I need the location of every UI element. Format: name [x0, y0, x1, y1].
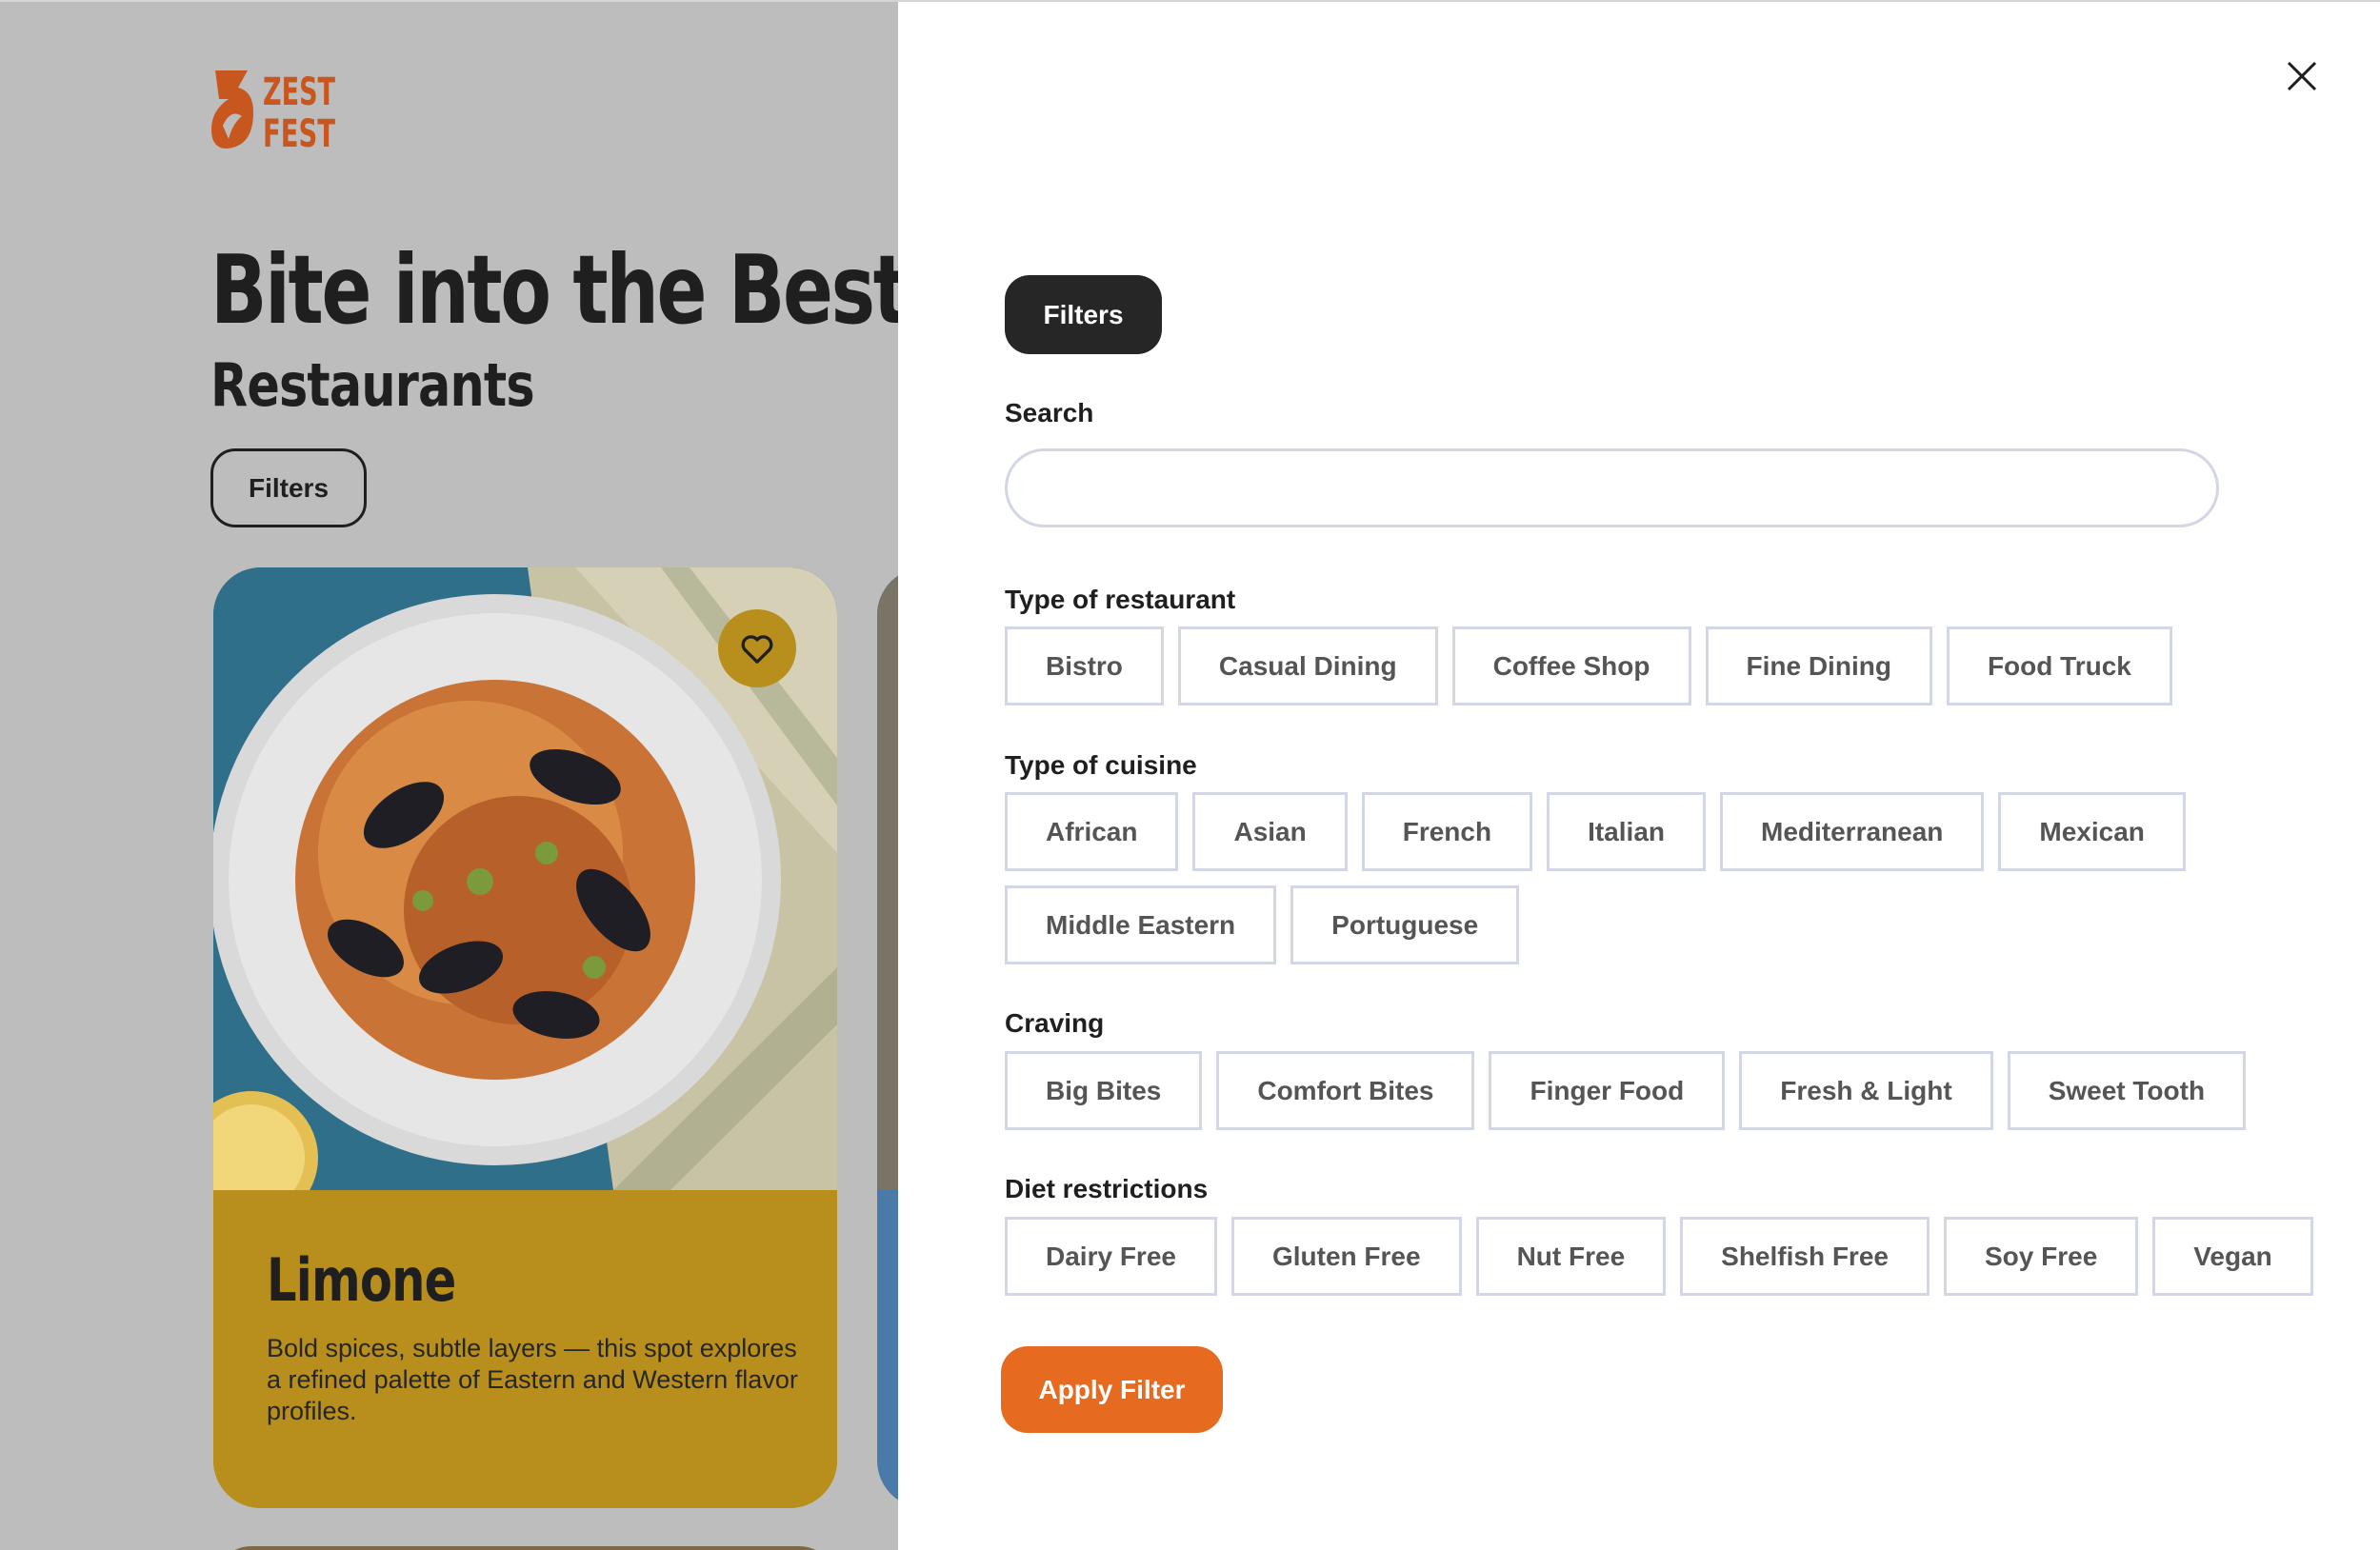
- chip-middle-eastern[interactable]: Middle Eastern: [1005, 885, 1277, 964]
- chip-mediterranean[interactable]: Mediterranean: [1720, 792, 1985, 871]
- chip-african[interactable]: African: [1005, 792, 1179, 871]
- page-subtitle: Restaurants: [210, 350, 535, 420]
- cuisine-label: Type of cuisine: [1005, 750, 1197, 780]
- restaurant-card-body: Limone Bold spices, subtle layers — this…: [213, 1190, 837, 1508]
- filters-button[interactable]: Filters: [210, 448, 367, 527]
- chip-food-truck[interactable]: Food Truck: [1946, 626, 2172, 705]
- chip-finger-food[interactable]: Finger Food: [1489, 1051, 1726, 1130]
- restaurant-photo: [213, 567, 837, 1190]
- page-title: Bite into the Best: [210, 234, 898, 346]
- chip-sweet-tooth[interactable]: Sweet Tooth: [2007, 1051, 2247, 1130]
- chip-portuguese[interactable]: Portuguese: [1290, 885, 1520, 964]
- cuisine-options-row1: African Asian French Italian Mediterrane…: [1005, 792, 2186, 871]
- chip-casual-dining[interactable]: Casual Dining: [1177, 626, 1438, 705]
- filter-drawer: Filters Search Type of restaurant Bistro…: [898, 0, 2380, 1550]
- restaurant-type-options: Bistro Casual Dining Coffee Shop Fine Di…: [1005, 626, 2172, 705]
- cuisine-options-row2: Middle Eastern Portuguese: [1005, 885, 1520, 964]
- chip-gluten-free[interactable]: Gluten Free: [1230, 1217, 1462, 1296]
- diet-options: Dairy Free Gluten Free Nut Free Shelfish…: [1005, 1217, 2313, 1296]
- close-icon: [2287, 61, 2317, 91]
- chip-french[interactable]: French: [1361, 792, 1533, 871]
- chip-coffee-shop[interactable]: Coffee Shop: [1451, 626, 1691, 705]
- diet-label: Diet restrictions: [1005, 1174, 1209, 1203]
- chip-italian[interactable]: Italian: [1547, 792, 1706, 871]
- chip-nut-free[interactable]: Nut Free: [1475, 1217, 1667, 1296]
- restaurant-listing-page: ZEST FEST Bite into the Best Restaurants…: [0, 0, 898, 1550]
- restaurant-photo: [877, 567, 898, 1190]
- chip-dairy-free[interactable]: Dairy Free: [1005, 1217, 1217, 1296]
- chip-big-bites[interactable]: Big Bites: [1005, 1051, 1203, 1130]
- chip-fine-dining[interactable]: Fine Dining: [1705, 626, 1932, 705]
- close-button[interactable]: [2279, 53, 2325, 99]
- restaurant-description: Bold spices, subtle layers — this spot e…: [267, 1334, 798, 1425]
- craving-options: Big Bites Comfort Bites Finger Food Fres…: [1005, 1051, 2247, 1130]
- chip-bistro[interactable]: Bistro: [1005, 626, 1164, 705]
- heart-icon: [741, 635, 773, 664]
- craving-label: Craving: [1005, 1008, 1105, 1038]
- chip-fresh-light[interactable]: Fresh & Light: [1739, 1051, 1993, 1130]
- chip-vegan[interactable]: Vegan: [2152, 1217, 2313, 1296]
- chip-comfort-bites[interactable]: Comfort Bites: [1216, 1051, 1475, 1130]
- restaurant-name: Limone: [267, 1245, 456, 1315]
- apply-filter-button[interactable]: Apply Filter: [1001, 1346, 1223, 1433]
- search-input[interactable]: [1005, 448, 2219, 527]
- logo-icon[interactable]: ZEST FEST: [210, 67, 338, 152]
- chip-shelfish-free[interactable]: Shelfish Free: [1680, 1217, 1930, 1296]
- svg-text:ZEST: ZEST: [263, 70, 335, 114]
- search-label: Search: [1005, 398, 1094, 427]
- chip-asian[interactable]: Asian: [1192, 792, 1348, 871]
- favorite-button[interactable]: [718, 609, 796, 687]
- chip-soy-free[interactable]: Soy Free: [1943, 1217, 2139, 1296]
- filters-tab[interactable]: Filters: [1005, 275, 1162, 354]
- restaurant-card-below[interactable]: [213, 1546, 837, 1550]
- restaurant-card-next[interactable]: [877, 567, 898, 1508]
- chip-mexican[interactable]: Mexican: [1998, 792, 2186, 871]
- restaurant-card[interactable]: Limone Bold spices, subtle layers — this…: [213, 567, 837, 1508]
- restaurant-type-label: Type of restaurant: [1005, 585, 1236, 614]
- svg-text:FEST: FEST: [263, 112, 335, 152]
